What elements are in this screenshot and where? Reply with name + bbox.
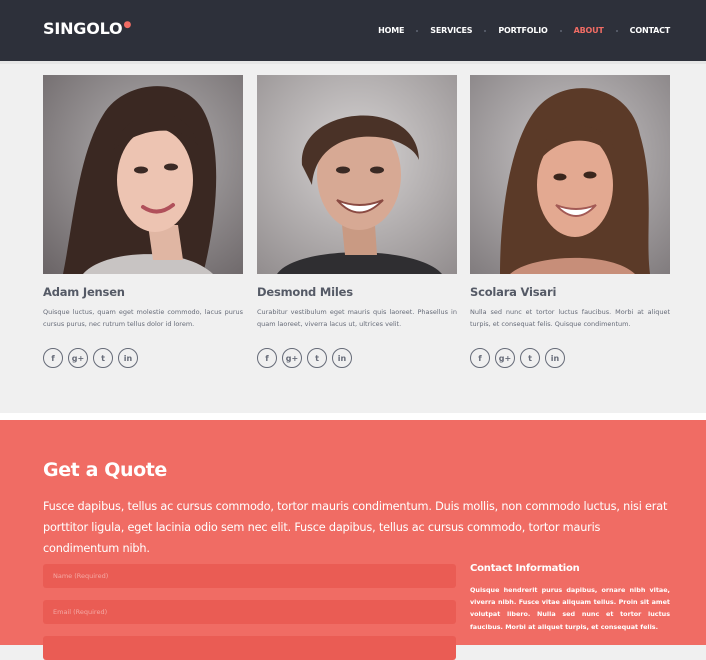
member-bio: Nulla sed nunc et tortor luctus faucibus… (470, 308, 670, 328)
member-name: Desmond Miles (257, 285, 353, 299)
contact-info-text: Quisque hendrerit purus dapibus, ornare … (470, 586, 670, 631)
team-member-card: Desmond Miles Curabitur vestibulum eget … (257, 75, 457, 368)
facebook-icon[interactable]: f (43, 348, 63, 368)
main-nav: HOME SERVICES PORTFOLIO ABOUT CONTACT (378, 26, 670, 35)
nav-services[interactable]: SERVICES (430, 26, 472, 35)
twitter-icon[interactable]: t (307, 348, 327, 368)
member-bio: Curabitur vestibulum eget mauris quis la… (257, 308, 457, 328)
member-name: Scolara Visari (470, 285, 557, 299)
linkedin-icon[interactable]: in (545, 348, 565, 368)
nav-about[interactable]: ABOUT (574, 26, 604, 35)
twitter-icon[interactable]: t (520, 348, 540, 368)
nav-contact[interactable]: CONTACT (630, 26, 671, 35)
team-member-card: Adam Jensen Quisque luctus, quam eget mo… (43, 75, 243, 368)
logo[interactable]: SINGOLO● (43, 19, 132, 38)
quote-title: Get a Quote (43, 459, 167, 481)
section-divider (0, 413, 706, 420)
facebook-icon[interactable]: f (257, 348, 277, 368)
social-links: f g+ t in (43, 348, 138, 368)
quote-description: Fusce dapibus, tellus ac cursus commodo,… (43, 500, 668, 555)
logo-dot-icon: ● (123, 20, 132, 30)
nav-portfolio[interactable]: PORTFOLIO (498, 26, 547, 35)
member-photo (470, 75, 670, 274)
nav-separator (416, 29, 419, 32)
logo-text: SINGOLO (43, 19, 123, 38)
site-header: SINGOLO● HOME SERVICES PORTFOLIO ABOUT C… (0, 0, 706, 61)
nav-separator (484, 29, 487, 32)
member-bio: Quisque luctus, quam eget molestie commo… (43, 308, 243, 328)
contact-info-title: Contact Information (470, 563, 580, 574)
nav-home[interactable]: HOME (378, 26, 404, 35)
subject-input[interactable] (43, 636, 456, 660)
google-plus-icon[interactable]: g+ (282, 348, 302, 368)
nav-separator (559, 29, 562, 32)
linkedin-icon[interactable]: in (118, 348, 138, 368)
google-plus-icon[interactable]: g+ (68, 348, 88, 368)
social-links: f g+ t in (257, 348, 352, 368)
email-input[interactable] (43, 600, 456, 624)
member-name: Adam Jensen (43, 285, 125, 299)
twitter-icon[interactable]: t (93, 348, 113, 368)
member-photo (43, 75, 243, 274)
linkedin-icon[interactable]: in (332, 348, 352, 368)
team-member-card: Scolara Visari Nulla sed nunc et tortor … (470, 75, 670, 368)
nav-separator (615, 29, 618, 32)
name-input[interactable] (43, 564, 456, 588)
quote-section: Get a Quote Fusce dapibus, tellus ac cur… (0, 420, 706, 660)
facebook-icon[interactable]: f (470, 348, 490, 368)
social-links: f g+ t in (470, 348, 565, 368)
google-plus-icon[interactable]: g+ (495, 348, 515, 368)
member-photo (257, 75, 457, 274)
team-section: Adam Jensen Quisque luctus, quam eget mo… (0, 64, 706, 413)
